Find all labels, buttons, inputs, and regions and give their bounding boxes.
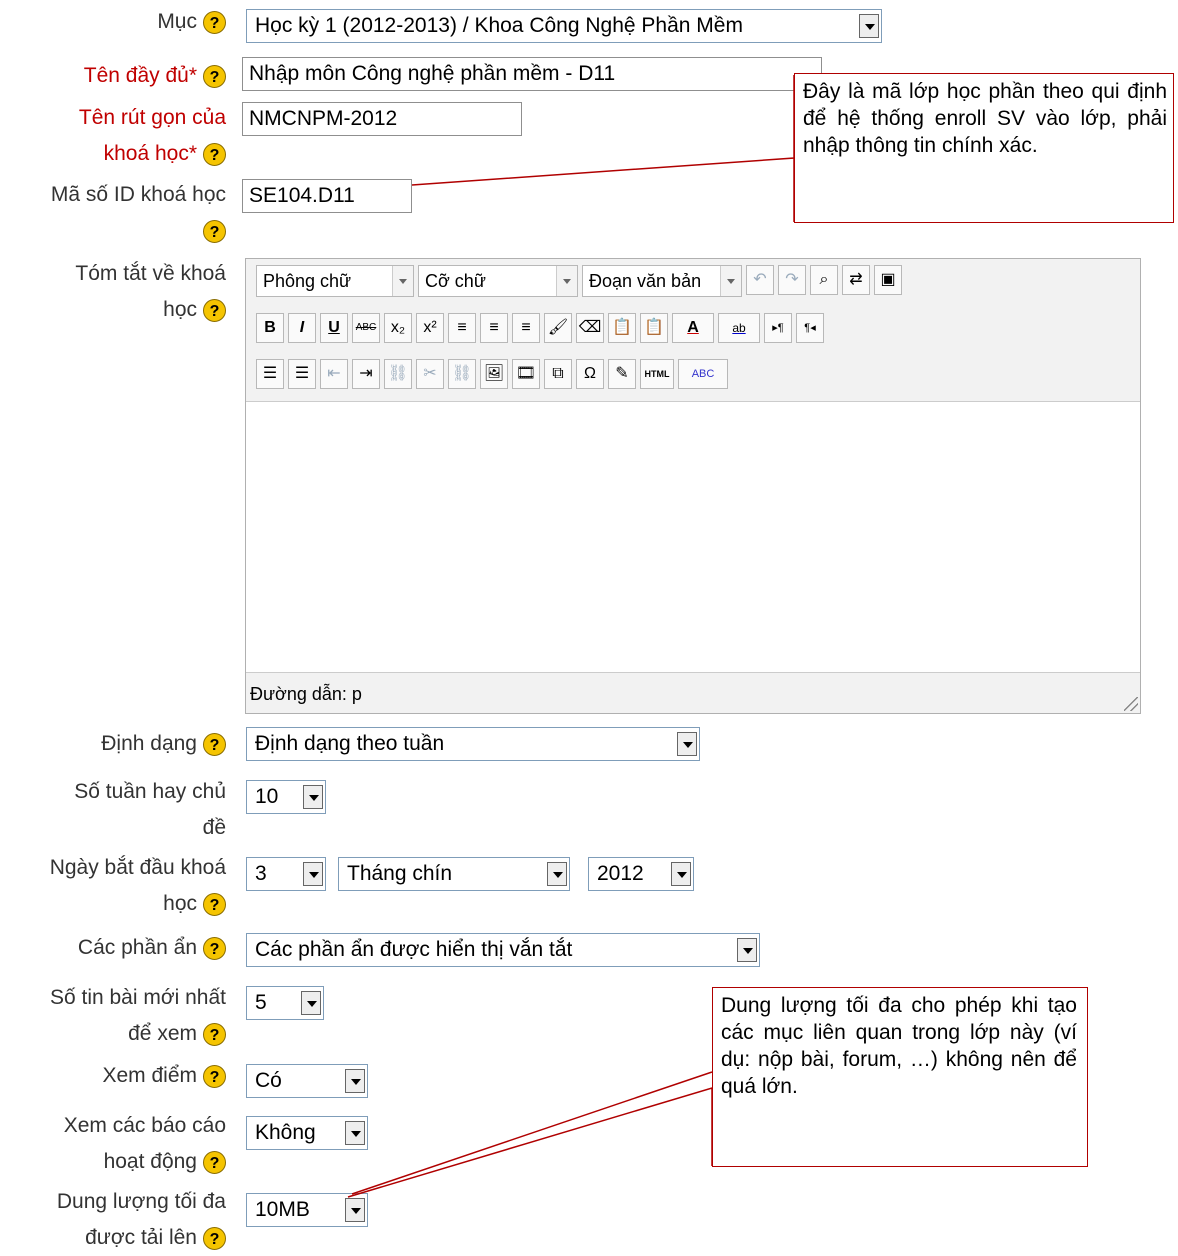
idnumber-callout: Đây là mã lớp học phần theo qui định để …	[794, 73, 1174, 223]
maxbytes-callout: Dung lượng tối đa cho phép khi tạo các m…	[712, 987, 1088, 1167]
maxbytes-leader-line	[347, 1086, 713, 1198]
idnumber-leader-line	[411, 75, 795, 186]
maxbytes-leader-line-2	[351, 1071, 713, 1195]
maxbytes-callout-text: Dung lượng tối đa cho phép khi tạo các m…	[721, 994, 1077, 1098]
idnumber-callout-text: Đây là mã lớp học phần theo qui định để …	[803, 80, 1167, 157]
